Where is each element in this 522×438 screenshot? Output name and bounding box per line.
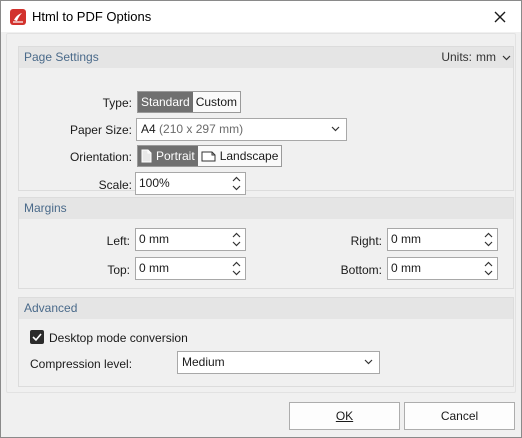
margins-header: Margins [19,198,513,219]
orientation-landscape-label: Landscape [219,149,279,163]
margin-right-label: Right: [350,234,382,248]
advanced-title: Advanced [24,301,78,315]
advanced-group: Advanced Desktop mode conversion Compres… [18,297,514,387]
orientation-segmented-control: Portrait Landscape [137,145,283,167]
margin-right-spinner[interactable]: 0 mm [387,228,498,251]
paper-size-label: Paper Size: [69,123,132,137]
compression-level-dropdown[interactable]: Medium [177,351,380,374]
title-bar: Html to PDF Options [1,1,521,32]
type-label: Type: [102,96,132,110]
margin-left-spinner[interactable]: 0 mm [135,228,246,251]
paper-size-hint: (210 x 297 mm) [159,122,244,136]
cancel-button-label: Cancel [440,409,479,423]
chevron-down-icon [331,126,340,132]
pdf-app-icon [10,9,26,25]
margin-top-spinner[interactable]: 0 mm [135,257,246,280]
landscape-page-icon [201,151,216,161]
options-panel: Page Settings Units: mm Type: Standard C… [6,33,516,393]
units-label: Units: [441,50,472,64]
margin-right-value: 0 mm [391,232,421,246]
close-button[interactable] [485,3,515,30]
orientation-portrait-button[interactable]: Portrait [138,146,198,166]
desktop-mode-checkbox[interactable] [30,330,44,344]
page-settings-group: Page Settings Units: mm Type: Standard C… [18,46,514,195]
chevron-down-icon [364,359,373,365]
cancel-button[interactable]: Cancel [404,402,515,430]
ok-button[interactable]: OK [289,402,400,430]
spinner-arrows-icon[interactable] [232,175,241,192]
window-title: Html to PDF Options [32,9,152,24]
checkmark-icon [32,333,42,342]
spinner-arrows-icon[interactable] [232,231,241,248]
scale-label: Scale: [98,178,132,192]
type-standard-button[interactable]: Standard [138,92,193,112]
orientation-portrait-label: Portrait [156,149,195,163]
units-value: mm [476,50,496,64]
type-custom-button[interactable]: Custom [192,92,241,112]
spinner-arrows-icon[interactable] [484,260,493,277]
paper-size-dropdown[interactable]: A4 (210 x 297 mm) [136,118,347,141]
margin-left-label: Left: [106,234,130,248]
advanced-header: Advanced [19,298,513,319]
margin-bottom-value: 0 mm [391,261,421,275]
margins-title: Margins [24,201,67,215]
orientation-label: Orientation: [69,150,132,164]
margin-bottom-label: Bottom: [340,263,382,277]
margin-bottom-spinner[interactable]: 0 mm [387,257,498,280]
margin-top-label: Top: [107,263,130,277]
orientation-landscape-button[interactable]: Landscape [197,146,282,166]
page-settings-header: Page Settings Units: mm [19,47,513,68]
spinner-arrows-icon[interactable] [232,260,241,277]
close-icon [494,11,506,22]
chevron-down-icon [502,55,511,60]
ok-button-label: OK [335,409,354,423]
portrait-page-icon [141,149,152,163]
compression-level-label: Compression level: [30,357,133,371]
spinner-arrows-icon[interactable] [484,231,493,248]
compression-level-value: Medium [182,355,225,369]
margin-left-value: 0 mm [139,232,169,246]
scale-spinner[interactable]: 100% [135,172,246,195]
scale-value: 100% [139,176,170,190]
margin-top-value: 0 mm [139,261,169,275]
html-to-pdf-dialog: Html to PDF Options Page Settings Units:… [0,0,522,438]
page-settings-title: Page Settings [24,50,99,64]
units-dropdown[interactable]: Units: mm [441,47,511,68]
margins-group: Margins Left: 0 mm Right: 0 mm Top: 0 mm… [18,197,514,289]
desktop-mode-label[interactable]: Desktop mode conversion [49,331,188,345]
dialog-footer: OK Cancel [2,394,520,437]
type-segmented-control: Standard Custom [137,91,242,113]
paper-size-value: A4 [141,122,156,136]
